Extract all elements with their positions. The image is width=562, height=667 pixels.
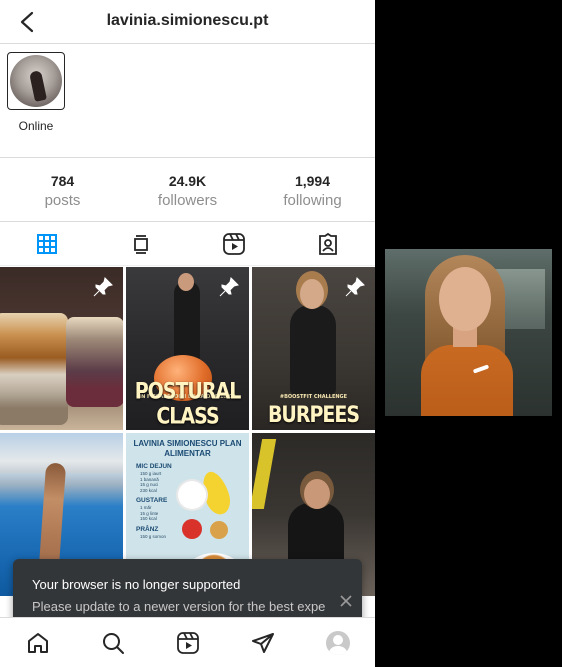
posts-grid: IN FIECARE JOINI DE LA ORA 18:00 POSTURA…	[0, 267, 375, 596]
profile-stats: 784 posts 24.9K followers 1,994 followin…	[0, 157, 375, 222]
stat-number: 1,994	[294, 173, 331, 189]
video-overlay[interactable]	[385, 249, 552, 416]
post-tile[interactable]: IN FIECARE JOINI DE LA ORA 18:00 POSTURA…	[126, 267, 249, 430]
reels-icon	[176, 631, 199, 654]
instagram-profile-page: lavinia.simionescu.pt Online 784 posts 2…	[0, 0, 375, 667]
igtv-icon	[133, 234, 148, 254]
nav-profile[interactable]	[300, 618, 375, 667]
post-caption-small: #BOOSTFIT CHALLENGE	[279, 394, 348, 400]
stat-posts[interactable]: 784 posts	[0, 158, 125, 221]
meal-plan-title: LAVINIA SIMIONESCU PLAN ALIMENTAR	[133, 439, 242, 458]
top-header: lavinia.simionescu.pt	[0, 0, 375, 44]
story-highlight[interactable]: Online	[7, 52, 65, 133]
post-tile[interactable]: #BOOSTFIT CHALLENGE BURPEES	[252, 267, 375, 430]
pinned-icon	[93, 277, 113, 297]
tab-tagged[interactable]	[281, 222, 375, 265]
meal-section-name: MIC DEJUN	[136, 463, 172, 470]
toast-message: Please update to a newer version for the…	[32, 599, 326, 614]
stat-label: following	[283, 192, 342, 209]
pinned-icon	[219, 277, 239, 297]
grid-icon	[36, 233, 57, 254]
profile-tabs	[0, 222, 375, 266]
tab-igtv[interactable]	[94, 222, 188, 265]
search-icon	[102, 632, 124, 654]
nav-reels[interactable]	[150, 618, 225, 667]
home-icon	[27, 632, 48, 653]
tagged-icon	[319, 232, 338, 255]
toast-title: Your browser is no longer supported	[32, 577, 241, 592]
stat-number: 24.9K	[168, 173, 207, 189]
nav-home[interactable]	[0, 618, 75, 667]
post-tile[interactable]	[0, 267, 123, 430]
stat-followers[interactable]: 24.9K followers	[125, 158, 250, 221]
stat-number: 784	[50, 173, 75, 189]
tab-posts-grid[interactable]	[0, 222, 94, 265]
nav-direct[interactable]	[225, 618, 300, 667]
reels-icon	[223, 232, 246, 255]
post-caption-big: POSTURAL CLASS	[134, 378, 242, 430]
nav-search[interactable]	[75, 618, 150, 667]
bottom-navigation	[0, 617, 375, 667]
tab-reels[interactable]	[188, 222, 282, 265]
pinned-icon	[345, 277, 365, 297]
post-caption-big: BURPEES	[267, 402, 360, 428]
highlight-ring	[7, 52, 65, 110]
stat-label: followers	[157, 192, 218, 209]
profile-username: lavinia.simionescu.pt	[106, 12, 269, 29]
close-icon[interactable]	[338, 593, 354, 609]
highlight-label: Online	[18, 119, 54, 133]
direct-icon	[251, 632, 274, 653]
stat-following[interactable]: 1,994 following	[250, 158, 375, 221]
profile-avatar	[325, 630, 350, 655]
highlight-thumbnail	[10, 55, 62, 107]
stat-label: posts	[44, 192, 81, 209]
